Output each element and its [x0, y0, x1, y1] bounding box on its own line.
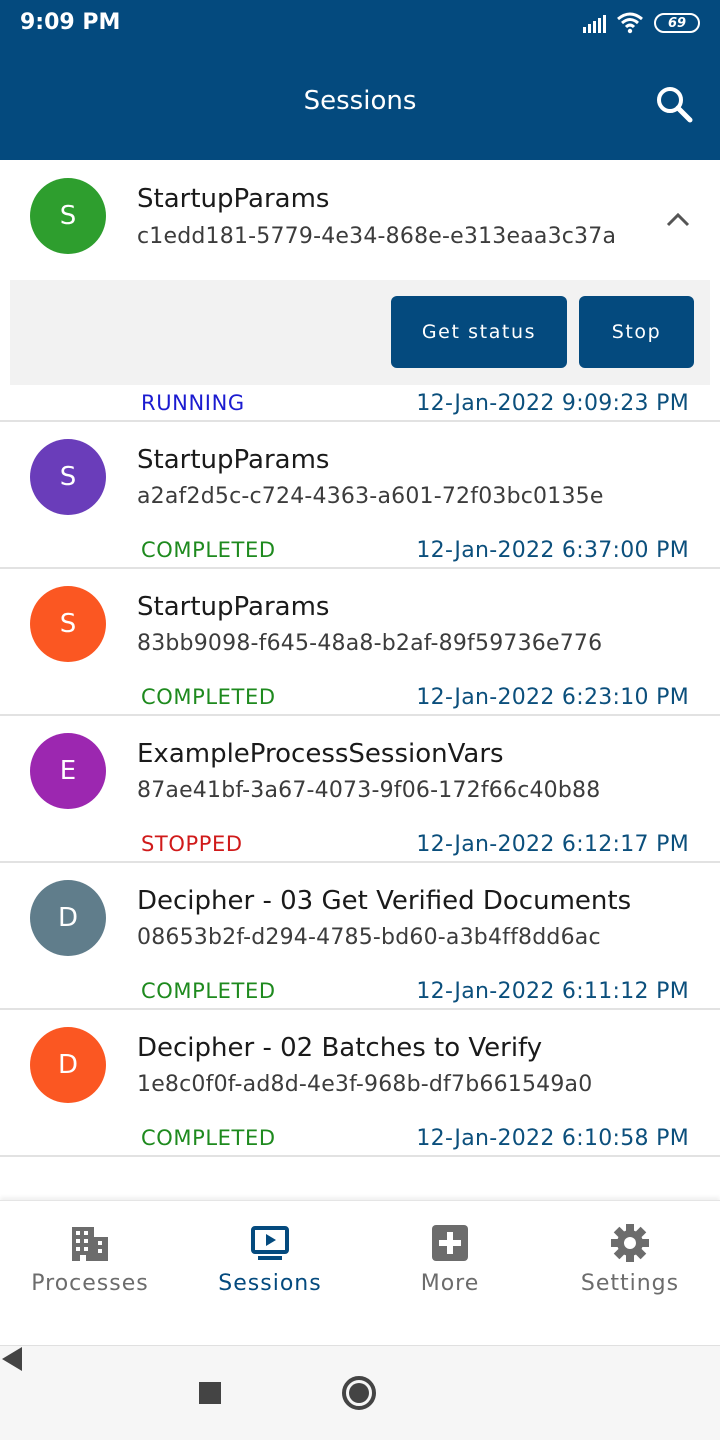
- session-id: 83bb9098-f645-48a8-b2af-89f59736e776: [137, 631, 603, 656]
- signal-icon: [583, 13, 606, 33]
- status-badge: RUNNING: [141, 391, 245, 415]
- nav-settings[interactable]: Settings: [540, 1201, 720, 1346]
- session-date: 12-Jan-2022 6:12:17 PM: [416, 832, 689, 857]
- session-item[interactable]: S StartupParams 83bb9098-f645-48a8-b2af-…: [0, 569, 720, 716]
- status-badge: COMPLETED: [141, 685, 276, 709]
- session-id: 08653b2f-d294-4785-bd60-a3b4ff8dd6ac: [137, 925, 601, 950]
- avatar-initial: D: [57, 1050, 79, 1080]
- status-bar: 9:09 PM 69: [0, 0, 720, 50]
- session-item[interactable]: E ExampleProcessSessionVars 87ae41bf-3a6…: [0, 716, 720, 863]
- stop-button[interactable]: Stop: [579, 296, 694, 368]
- home-button[interactable]: [342, 1376, 376, 1410]
- session-name: StartupParams: [137, 184, 330, 214]
- session-date: 12-Jan-2022 6:37:00 PM: [416, 538, 689, 563]
- nav-sessions[interactable]: Sessions: [180, 1201, 360, 1346]
- nav-label: More: [420, 1271, 480, 1296]
- nav-label: Sessions: [218, 1271, 322, 1296]
- session-date: 12-Jan-2022 6:10:58 PM: [416, 1126, 689, 1151]
- page-title: Sessions: [303, 86, 417, 116]
- building-icon: [72, 1227, 108, 1261]
- session-item[interactable]: S StartupParams a2af2d5c-c724-4363-a601-…: [0, 422, 720, 569]
- session-date: 12-Jan-2022 6:11:12 PM: [416, 979, 689, 1004]
- session-item[interactable]: D Decipher - 02 Batches to Verify 1e8c0f…: [0, 1010, 720, 1157]
- avatar: S: [30, 586, 106, 662]
- status-badge: COMPLETED: [141, 1126, 276, 1150]
- status-badge: COMPLETED: [141, 538, 276, 562]
- session-name: StartupParams: [137, 592, 330, 622]
- battery-indicator: 69: [654, 13, 700, 33]
- recents-button[interactable]: [199, 1382, 221, 1404]
- get-status-button[interactable]: Get status: [391, 296, 567, 368]
- session-name: StartupParams: [137, 445, 330, 475]
- wifi-icon: [617, 12, 643, 34]
- session-item[interactable]: S StartupParams c1edd181-5779-4e34-868e-…: [0, 160, 720, 422]
- session-item[interactable]: D Decipher - 03 Get Verified Documents 0…: [0, 863, 720, 1010]
- avatar-initial: E: [59, 756, 77, 786]
- home-inner-dot: [349, 1383, 369, 1403]
- session-id: 1e8c0f0f-ad8d-4e3f-968b-df7b661549a0: [137, 1072, 593, 1097]
- sessions-list: S StartupParams c1edd181-5779-4e34-868e-…: [0, 160, 720, 1157]
- nav-label: Settings: [580, 1271, 680, 1296]
- session-actions-panel: Get status Stop: [10, 280, 710, 385]
- avatar: D: [30, 1027, 106, 1103]
- session-name: Decipher - 02 Batches to Verify: [137, 1033, 543, 1063]
- session-date: 12-Jan-2022 6:23:10 PM: [416, 685, 689, 710]
- avatar: S: [30, 439, 106, 515]
- avatar: S: [30, 178, 106, 254]
- avatar-initial: S: [59, 462, 77, 492]
- session-id: c1edd181-5779-4e34-868e-e313eaa3c37a: [137, 224, 617, 249]
- nav-processes[interactable]: Processes: [0, 1201, 180, 1346]
- system-navigation-bar: [0, 1345, 720, 1440]
- nav-label: Processes: [31, 1271, 149, 1296]
- bottom-navigation: Processes Sessions More Settings: [0, 1200, 720, 1345]
- search-icon[interactable]: [654, 84, 694, 124]
- session-date: 12-Jan-2022 9:09:23 PM: [416, 391, 689, 416]
- avatar: D: [30, 880, 106, 956]
- session-name: Decipher - 03 Get Verified Documents: [137, 886, 632, 916]
- status-time: 9:09 PM: [20, 10, 121, 35]
- app-bar: Sessions: [0, 50, 720, 160]
- system-indicators: 69: [583, 12, 700, 34]
- session-id: 87ae41bf-3a67-4073-9f06-172f66c40b88: [137, 778, 601, 803]
- gear-icon: [611, 1224, 649, 1262]
- status-badge: COMPLETED: [141, 979, 276, 1003]
- chevron-up-icon[interactable]: [664, 205, 692, 233]
- monitor-play-icon: [251, 1226, 289, 1260]
- avatar-initial: D: [57, 903, 79, 933]
- avatar-initial: S: [59, 201, 77, 231]
- avatar-initial: S: [59, 609, 77, 639]
- status-badge: STOPPED: [141, 832, 243, 856]
- avatar: E: [30, 733, 106, 809]
- nav-more[interactable]: More: [360, 1201, 540, 1346]
- plus-box-icon: [432, 1225, 468, 1261]
- session-name: ExampleProcessSessionVars: [137, 739, 504, 769]
- session-id: a2af2d5c-c724-4363-a601-72f03bc0135e: [137, 484, 604, 509]
- back-button[interactable]: [0, 1346, 24, 1372]
